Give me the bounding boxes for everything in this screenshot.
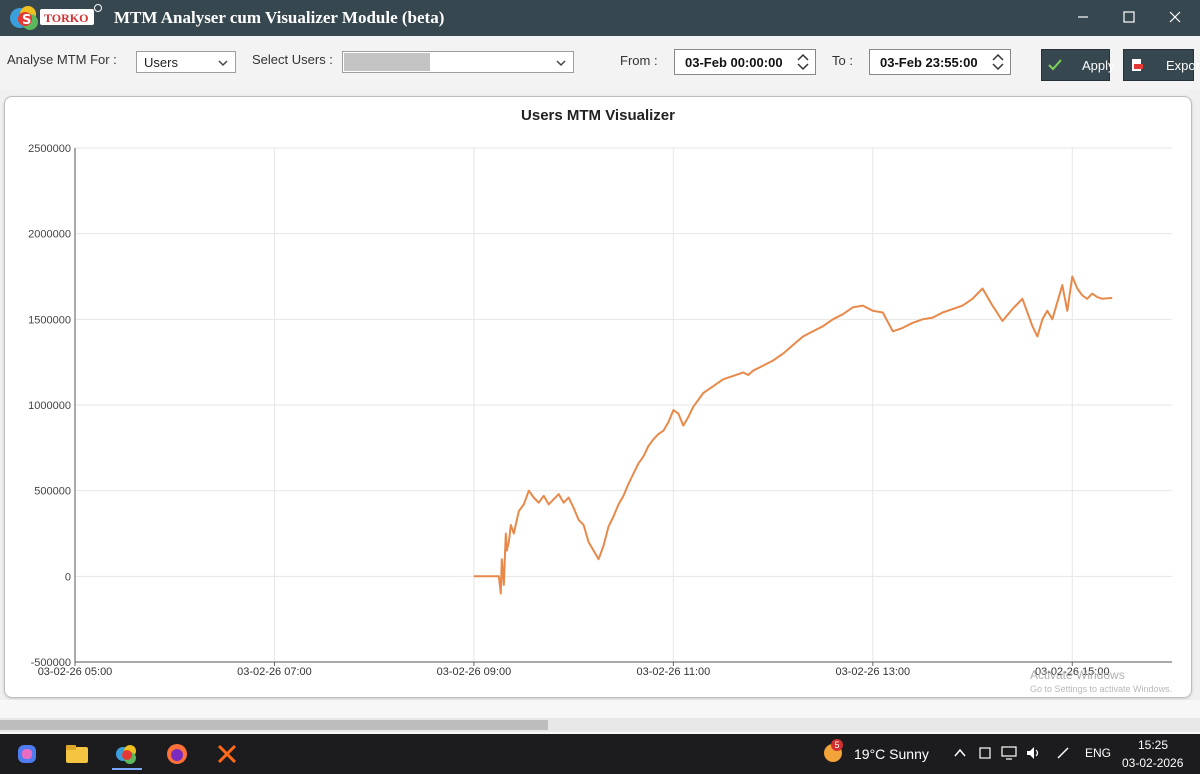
app-logo-icon: [116, 745, 136, 764]
folder-icon: [66, 745, 88, 763]
y-tick-label: 1000000: [28, 400, 71, 412]
x-tick-label: 03-02-26 11:00: [636, 666, 710, 678]
horizontal-scrollbar[interactable]: [0, 718, 1200, 732]
scrollbar-thumb[interactable]: [0, 720, 548, 730]
network-icon[interactable]: [1001, 746, 1017, 760]
chevron-up-icon[interactable]: [954, 748, 966, 758]
x-tick-label: 03-02-26 09:00: [437, 666, 512, 678]
mtm-line-chart: -500000050000010000001500000200000025000…: [28, 143, 1172, 678]
volume-icon[interactable]: [1026, 746, 1042, 760]
x-tick-label: 03-02-26 07:00: [237, 666, 312, 678]
language-indicator[interactable]: ENG: [1085, 746, 1111, 760]
activate-windows-watermark: Activate Windows: [1030, 668, 1125, 682]
activate-windows-hint: Go to Settings to activate Windows.: [1030, 684, 1173, 694]
y-tick-label: 0: [65, 571, 71, 583]
copilot-icon: [18, 745, 36, 763]
weather-badge: 5: [831, 739, 843, 751]
x-tick-label: 03-02-26 13:00: [836, 666, 911, 678]
y-tick-label: 500000: [34, 486, 71, 498]
y-tick-label: 1500000: [28, 314, 71, 326]
clock-date[interactable]: 03-02-2026: [1122, 756, 1183, 770]
weather-text[interactable]: 19°C Sunny: [854, 746, 929, 762]
taskbar-copilot[interactable]: [12, 740, 42, 768]
taskbar-firefox[interactable]: [162, 740, 192, 768]
y-tick-label: 2500000: [28, 143, 71, 155]
y-tick-label: 2000000: [28, 229, 71, 241]
clock-time[interactable]: 15:25: [1138, 738, 1168, 752]
taskbar-x-app[interactable]: [212, 740, 242, 768]
x-tick-label: 03-02-26 05:00: [38, 666, 113, 678]
firefox-icon: [167, 744, 187, 764]
windows-taskbar: 5 19°C Sunny ENG 15:25 03-02-2026: [0, 734, 1200, 774]
mtm-series-line: [473, 275, 1113, 595]
taskbar-file-explorer[interactable]: [62, 740, 92, 768]
meet-now-icon[interactable]: [978, 746, 992, 760]
x-logo-icon: [217, 744, 237, 764]
taskbar-mtm-app[interactable]: [112, 740, 142, 770]
pen-icon[interactable]: [1056, 746, 1070, 760]
